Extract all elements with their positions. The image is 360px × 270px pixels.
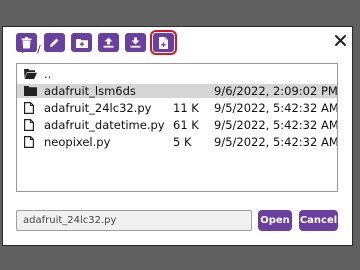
- download-button[interactable]: [125, 33, 146, 52]
- cancel-button[interactable]: Cancel: [299, 210, 338, 231]
- open-button[interactable]: Open: [258, 210, 292, 231]
- file-row-parent[interactable]: ..: [17, 67, 337, 81]
- file-row[interactable]: adafruit_datetime.py 61 K 9/5/2022, 5:42…: [17, 118, 337, 132]
- filename-field[interactable]: adafruit_24lc32.py: [16, 210, 252, 231]
- file-row[interactable]: adafruit_lsm6ds 9/6/2022, 2:09:02 PM: [17, 84, 337, 98]
- file-size: 5 K: [173, 135, 192, 149]
- file-icon: [24, 102, 34, 117]
- upload-icon: [103, 37, 114, 48]
- file-name: adafruit_24lc32.py: [44, 101, 152, 115]
- file-date: 9/5/2022, 5:42:32 AM: [214, 101, 338, 115]
- delete-icon: [21, 36, 32, 49]
- file-date: 9/6/2022, 2:09:02 PM: [214, 84, 338, 98]
- file-list: .. adafruit_lsm6ds 9/6/2022, 2:09:02 PM …: [16, 63, 338, 192]
- upload-button[interactable]: [98, 33, 119, 52]
- download-icon: [130, 37, 141, 48]
- file-row[interactable]: neopixel.py 5 K 9/5/2022, 5:42:32 AM: [17, 135, 337, 149]
- rename-icon: [49, 37, 60, 48]
- file-name: neopixel.py: [44, 135, 111, 149]
- rename-button[interactable]: [44, 33, 65, 52]
- new-file-button[interactable]: [150, 30, 177, 55]
- file-name: adafruit_datetime.py: [44, 118, 165, 132]
- folder-open-icon: [24, 68, 37, 82]
- file-row[interactable]: adafruit_24lc32.py 11 K 9/5/2022, 5:42:3…: [17, 101, 337, 115]
- close-icon[interactable]: [334, 32, 347, 46]
- file-icon: [24, 136, 34, 151]
- file-size: 11 K: [173, 101, 199, 115]
- file-icon: [24, 119, 34, 134]
- file-name: adafruit_lsm6ds: [44, 84, 136, 98]
- new-folder-button[interactable]: [71, 33, 92, 52]
- file-date: 9/5/2022, 5:42:32 AM: [214, 135, 338, 149]
- file-size: 61 K: [173, 118, 199, 132]
- file-date: 9/5/2022, 5:42:32 AM: [214, 118, 338, 132]
- new-file-icon: [158, 36, 169, 49]
- new-folder-icon: [75, 38, 88, 48]
- folder-icon: [24, 85, 37, 99]
- delete-button[interactable]: [16, 33, 37, 52]
